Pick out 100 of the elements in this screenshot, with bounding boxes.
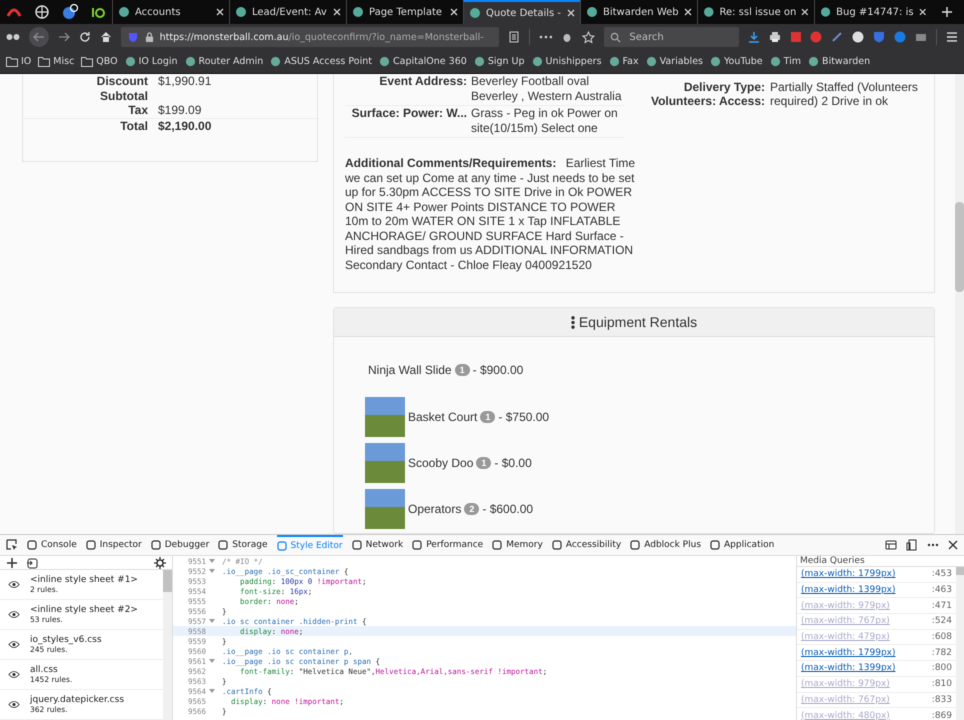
line-reference[interactable]: :471 <box>932 600 952 611</box>
item-name: Operators <box>408 502 462 516</box>
media-query-link[interactable]: (max-width: 1799px) <box>801 569 896 580</box>
media-query-link[interactable]: (max-width: 1399px) <box>801 585 896 596</box>
line-reference[interactable]: :524 <box>932 616 952 626</box>
comments-text: Additional Comments/Requirements: Earliest Time we can set up Come at any time - Just needs to be set up for 5.30pm ACCESS TO SITE Drive in Ok POWER ON SITE 4+ Power Points DISTANCE TO POWER 10m to 20m WATER ON SITE 1 x Tap INFLATABLE ANCHORAGE/ GROUND SURFACE Hard Surface - Hired sandbags from us ADDITIONAL INFORMATION Secondary Contact - Chloe Fleay 0400921520 <box>345 156 636 272</box>
reader-view-icon[interactable] <box>508 31 520 43</box>
bookmark[interactable]: Fax <box>608 56 639 67</box>
download-icon[interactable] <box>748 31 760 43</box>
stylesheet-name: all.css <box>30 665 59 675</box>
devtools-tab[interactable]: Debugger <box>150 535 210 555</box>
site-icon <box>352 6 364 18</box>
site-icon <box>235 6 247 18</box>
site-icon <box>474 56 485 67</box>
site-icon <box>820 6 832 18</box>
bookmark[interactable]: Tim <box>770 56 802 67</box>
home-icon[interactable] <box>100 31 112 43</box>
import-icon[interactable] <box>26 556 38 568</box>
bookmark[interactable]: Bitwarden <box>808 56 870 67</box>
responsive-icon[interactable] <box>906 539 918 551</box>
line-reference[interactable]: :833 <box>932 694 952 705</box>
bookmark[interactable]: Misc <box>38 56 74 67</box>
total-label: Subtotal <box>99 88 148 103</box>
media-query-link[interactable]: (max-width: 1799px) <box>801 648 896 658</box>
site-icon <box>586 6 598 18</box>
site-icon <box>270 56 282 67</box>
fold-caret-icon[interactable] <box>209 619 215 623</box>
eye-icon[interactable] <box>8 640 20 649</box>
scrollbar[interactable] <box>956 567 964 720</box>
dock-icon[interactable] <box>885 539 897 551</box>
devtools-tab[interactable]: Accessibility <box>552 535 622 555</box>
bookmark[interactable]: Router Admin <box>184 56 264 67</box>
shield-icon[interactable] <box>873 31 886 43</box>
tool-icon <box>710 540 720 550</box>
more-icon[interactable] <box>538 35 552 39</box>
more-icon[interactable] <box>927 543 939 547</box>
browser-tab[interactable]: Quote Details - <box>463 0 580 24</box>
star-icon[interactable] <box>582 30 596 44</box>
detail-label: Surface: Power: W... <box>350 106 467 122</box>
bookmark[interactable]: QBO <box>81 56 118 67</box>
back-icon[interactable] <box>28 27 49 47</box>
scrollbar[interactable] <box>955 74 964 534</box>
bookmark[interactable]: Variables <box>646 56 703 67</box>
site-icon[interactable] <box>62 4 78 20</box>
bookmark[interactable]: IO Login <box>124 56 178 67</box>
plus-icon[interactable] <box>6 556 18 568</box>
folder-icon <box>38 56 50 66</box>
devtools-tab[interactable]: Inspector <box>86 535 142 555</box>
line-reference[interactable]: :800 <box>932 663 952 674</box>
site-icon <box>379 56 390 67</box>
detail-label: Volunteers: Access: <box>650 94 765 108</box>
devtools-tab[interactable]: Performance <box>412 535 484 555</box>
bookmark[interactable]: IO <box>6 56 32 67</box>
close-icon[interactable] <box>948 540 958 550</box>
line-reference[interactable]: :782 <box>932 648 952 658</box>
eye-icon[interactable] <box>8 670 20 679</box>
search-field[interactable]: Search <box>604 27 739 47</box>
tool-icon <box>150 540 161 550</box>
line-reference[interactable]: :608 <box>932 632 952 642</box>
eye-icon[interactable] <box>8 580 20 589</box>
eye-icon[interactable] <box>8 700 20 709</box>
devtools-tab[interactable]: Network <box>352 535 404 555</box>
site-icon <box>703 6 714 18</box>
line-reference[interactable]: :869 <box>932 710 952 720</box>
devtools-tab[interactable]: Application <box>710 535 774 555</box>
devtools-tab[interactable]: Memory <box>492 535 543 555</box>
site-icon <box>532 56 543 67</box>
address-bar[interactable]: https://monsterball.com.au/io_quoteconfirm/?io_name=Monsterball- <box>120 27 499 47</box>
site-icon <box>469 7 481 19</box>
bookmark[interactable]: CapitalOne 360 <box>379 56 467 67</box>
total-value: $1,990.91 <box>158 74 212 88</box>
item-price: - $900.00 <box>472 363 524 377</box>
eye-icon[interactable] <box>8 610 20 619</box>
settings-icon[interactable] <box>154 556 166 568</box>
reload-icon[interactable] <box>78 31 91 43</box>
line-reference[interactable]: :463 <box>932 585 952 596</box>
printer-icon[interactable] <box>768 31 781 43</box>
fold-caret-icon[interactable] <box>209 689 215 693</box>
bookmark[interactable]: YouTube <box>710 56 763 67</box>
photo-placeholder <box>365 443 405 483</box>
search-input[interactable]: Search <box>627 30 732 44</box>
scrollbar[interactable] <box>163 570 172 720</box>
devtools-tab[interactable]: Console <box>27 535 77 555</box>
line-reference[interactable]: :453 <box>932 569 952 580</box>
devtools-tab[interactable]: Storage <box>218 535 268 555</box>
fold-caret-icon[interactable] <box>209 659 215 663</box>
quantity-badge: 2 <box>464 503 480 515</box>
vertical-dots-icon <box>570 316 575 328</box>
site-icon <box>608 56 620 67</box>
forward-icon[interactable] <box>58 31 70 43</box>
line-reference[interactable]: :810 <box>932 679 952 690</box>
bookmark[interactable]: Sign Up <box>474 56 525 67</box>
bookmark[interactable]: Unishippers <box>532 56 602 67</box>
tool-icon <box>276 541 286 551</box>
bookmark[interactable]: ASUS Access Point <box>270 56 372 67</box>
devtools-tab[interactable]: Adblock Plus <box>630 535 702 555</box>
media-query-link[interactable]: (max-width: 1399px) <box>801 663 896 674</box>
globe-icon[interactable] <box>34 4 50 20</box>
menu-icon[interactable] <box>946 31 958 43</box>
pick-element-icon[interactable] <box>6 539 18 551</box>
